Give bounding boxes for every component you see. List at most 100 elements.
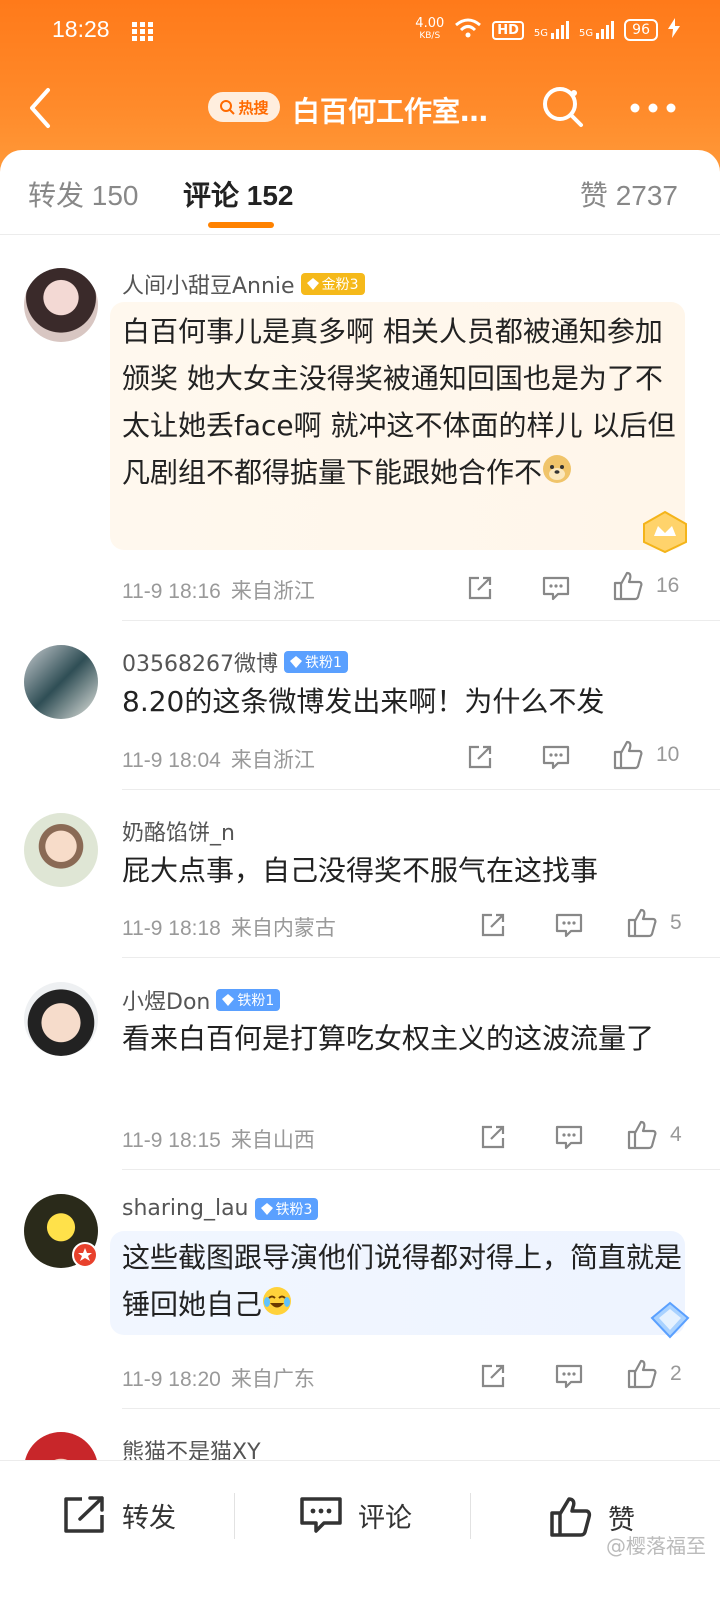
search-icon[interactable] [540, 84, 586, 134]
comment-location: 来自浙江 [230, 580, 315, 603]
signal-bars-icon [551, 21, 570, 39]
comment-user[interactable]: sharing_lau 铁粉3 [122, 1196, 319, 1221]
comment-time: 11-9 18:20 [122, 1368, 221, 1391]
more-icon[interactable] [630, 98, 676, 117]
charging-icon [668, 18, 680, 42]
back-icon[interactable] [26, 86, 54, 134]
fan-badge-label: 铁粉3 [275, 1201, 313, 1218]
avatar[interactable] [24, 813, 98, 887]
divider [122, 620, 720, 621]
tab-comment[interactable]: 评论 152 [183, 174, 294, 214]
comment-text: 屁大点事，自己没得奖不服气在这找事 [122, 854, 599, 887]
hd-label: HD [492, 20, 524, 40]
comment-text: 看来白百何是打算吃女权主义的这波流量了 [122, 1022, 655, 1055]
fan-badge-label: 铁粉1 [237, 993, 275, 1009]
gold-crown-icon [640, 510, 690, 558]
username[interactable]: 人间小甜豆Annie [122, 268, 295, 300]
username[interactable]: sharing_lau [122, 1196, 249, 1221]
repost-icon[interactable] [479, 911, 507, 939]
net-speed: 4.00 KB/S [415, 16, 445, 42]
comment-text-body: 白百何事儿是真多啊 相关人员都被通知参加颁奖 她大女主没得奖被通知回国也是为了不… [122, 315, 676, 489]
comment-meta: 11-9 18:15 来自山西 [122, 1124, 315, 1154]
fan-badge: 铁粉1 [283, 651, 348, 673]
diamond-icon [306, 278, 319, 290]
like-button[interactable]: 5 [626, 907, 682, 939]
tab-repost[interactable]: 转发 150 [28, 174, 139, 214]
repost-button[interactable]: 转发 [62, 1495, 176, 1535]
signal-2-label: 5G [579, 28, 594, 39]
comment-button[interactable]: 评论 [298, 1495, 412, 1535]
signal-1: 5G [534, 21, 570, 39]
repost-icon[interactable] [466, 574, 494, 602]
like-count: 16 [656, 574, 680, 597]
laugh-cry-emoji-icon [262, 1283, 292, 1330]
comment-text-body: 这些截图跟导演他们说得都对得上，简直就是锤回她自己 [122, 1241, 683, 1321]
comment-text: 白百何事儿是真多啊 相关人员都被通知参加颁奖 她大女主没得奖被通知回国也是为了不… [122, 308, 682, 498]
search-icon [220, 100, 236, 115]
fan-badge: 金粉3 [300, 273, 365, 295]
apps-grid-icon [132, 22, 154, 46]
divider [234, 1493, 235, 1539]
nav-row: 热搜 白百何工作室… [0, 80, 720, 136]
comment-icon[interactable] [541, 574, 571, 602]
comment-text: 8.20的这条微博发出来啊！为什么不发 [122, 685, 605, 718]
tab-active-indicator [208, 222, 274, 228]
comment-meta: 11-9 18:18 来自内蒙古 [122, 912, 336, 942]
comment-user[interactable]: 人间小甜豆Annie 金粉3 [122, 268, 365, 300]
divider [470, 1493, 471, 1539]
hot-search-badge[interactable]: 热搜 [208, 92, 280, 122]
like-button[interactable]: 2 [626, 1358, 682, 1390]
like-button[interactable]: 10 [612, 739, 679, 771]
like-count: 10 [656, 743, 680, 766]
thumbs-up-icon [627, 1359, 657, 1389]
repost-icon[interactable] [479, 1362, 507, 1390]
comment-icon[interactable] [554, 1362, 584, 1390]
comment-icon [300, 1497, 342, 1533]
top-bar: 18:28 4.00 KB/S HD 5G 5G 96 热搜 白百何工作室… [0, 0, 720, 175]
comment-icon[interactable] [541, 743, 571, 771]
repost-label: 转发 [122, 1502, 176, 1534]
thumbs-up-icon [613, 740, 643, 770]
comment-user[interactable]: 03568267微博 铁粉1 [122, 646, 348, 678]
comment-icon[interactable] [554, 911, 584, 939]
like-button[interactable]: 16 [612, 570, 679, 602]
username[interactable]: 03568267微博 [122, 646, 278, 678]
comment-location: 来自浙江 [230, 749, 315, 772]
verified-badge-icon [72, 1242, 98, 1272]
comment-text: 这些截图跟导演他们说得都对得上，简直就是锤回她自己 [122, 1234, 682, 1330]
wifi-icon [454, 18, 482, 42]
comment-location: 来自广东 [230, 1368, 315, 1391]
avatar[interactable] [24, 982, 98, 1056]
comment-meta: 11-9 18:16 来自浙江 [122, 575, 315, 605]
blue-diamond-icon [648, 1300, 692, 1344]
comment-location: 来自内蒙古 [230, 917, 336, 940]
repost-icon[interactable] [466, 743, 494, 771]
divider [122, 1169, 720, 1170]
username[interactable]: 奶酪馅饼_n [122, 815, 235, 847]
like-button[interactable]: 4 [626, 1119, 682, 1151]
comment-time: 11-9 18:18 [122, 917, 221, 940]
repost-icon[interactable] [479, 1123, 507, 1151]
avatar[interactable] [24, 645, 98, 719]
comment-meta: 11-9 18:20 来自广东 [122, 1363, 315, 1393]
divider [122, 957, 720, 958]
fan-badge: 铁粉1 [216, 989, 281, 1011]
tab-like[interactable]: 赞 2737 [580, 174, 678, 214]
comment-meta: 11-9 18:04 来自浙江 [122, 744, 315, 774]
divider [122, 789, 720, 790]
thumbs-up-icon [627, 1120, 657, 1150]
hot-search-label: 热搜 [238, 98, 269, 117]
net-speed-value: 4.00 [415, 16, 445, 31]
comment-time: 11-9 18:04 [122, 749, 221, 772]
diamond-icon [222, 994, 235, 1006]
signal-2: 5G [579, 21, 615, 39]
username[interactable]: 小煜Don [122, 984, 210, 1016]
comment-time: 11-9 18:15 [122, 1129, 221, 1152]
comment-icon[interactable] [554, 1123, 584, 1151]
avatar[interactable] [24, 268, 98, 342]
comment-label: 评论 [358, 1502, 412, 1534]
comment-user[interactable]: 奶酪馅饼_n [122, 815, 235, 847]
page-title: 白百何工作室… [292, 95, 489, 128]
diamond-icon [289, 656, 302, 668]
comment-user[interactable]: 小煜Don 铁粉1 [122, 984, 281, 1016]
